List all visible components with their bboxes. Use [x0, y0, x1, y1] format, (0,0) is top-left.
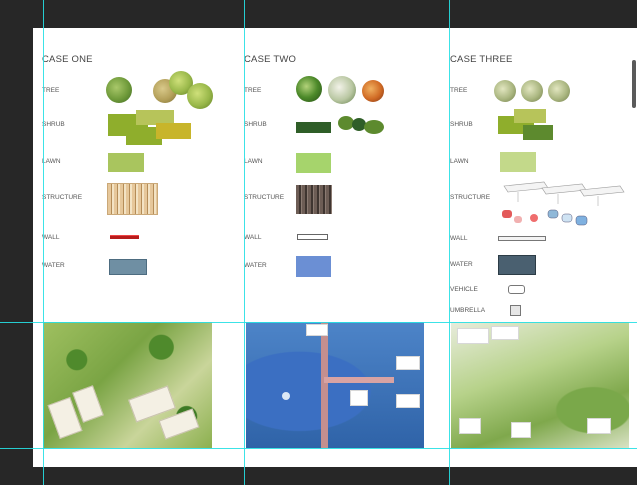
- case-three-structure-label: STRUCTURE: [450, 194, 491, 201]
- case-three-wall-label: WALL: [450, 235, 468, 242]
- case-two-bridge: [324, 377, 394, 383]
- case-three-building-4: [511, 422, 531, 438]
- case-three-water-label: WATER: [450, 261, 473, 268]
- case-one-lawn-swatch: [108, 153, 144, 172]
- case-two-tree-swatch-2: [328, 76, 356, 104]
- document-canvas[interactable]: CASE ONE TREE SHRUB LAWN STRUCTURE WALL …: [33, 28, 637, 467]
- guide-horizontal-2[interactable]: [0, 448, 637, 449]
- case-three-site-plan: [451, 322, 629, 448]
- case-two-water-label: WATER: [244, 262, 267, 269]
- case-two-tree-label: TREE: [244, 87, 262, 94]
- case-two-fountain: [282, 392, 290, 400]
- case-two-lawn-label: LAWN: [244, 158, 263, 165]
- case-two-column: CASE TWO TREE SHRUB LAWN STRUCTURE WALL …: [244, 28, 444, 328]
- case-three-water-swatch: [498, 255, 536, 275]
- case-two-building-4: [306, 324, 328, 336]
- case-one-shrub-label: SHRUB: [42, 121, 65, 128]
- case-two-tree-swatch-3: [362, 80, 384, 102]
- guide-vertical-1[interactable]: [43, 0, 44, 485]
- case-two-wall-swatch: [297, 234, 328, 240]
- case-two-tree-swatch-1: [296, 76, 322, 102]
- case-three-vehicle-label: VEHICLE: [450, 286, 478, 293]
- case-three-shrub-swatch-3: [523, 125, 553, 140]
- case-two-structure-swatch: [296, 185, 332, 214]
- case-one-tree-label: TREE: [42, 87, 60, 94]
- case-three-structure-swatch: [502, 181, 625, 226]
- case-three-umbrella-label: UMBRELLA: [450, 307, 486, 314]
- case-two-site-plan: [246, 322, 424, 448]
- case-three-building-1: [457, 328, 489, 344]
- case-three-building-3: [459, 418, 481, 434]
- case-two-water-swatch: [296, 256, 331, 277]
- case-one-site-plan: [43, 322, 212, 448]
- case-one-structure-label: STRUCTURE: [42, 194, 83, 201]
- case-two-structure-label: STRUCTURE: [244, 194, 285, 201]
- case-three-tree-swatch-2: [521, 80, 543, 102]
- case-three-wall-swatch: [498, 236, 546, 241]
- case-one-tree-swatch-1: [106, 77, 132, 103]
- case-three-column: CASE THREE TREE SHRUB LAWN STRUCTURE WAL…: [450, 28, 630, 328]
- case-two-shrub-label: SHRUB: [244, 121, 267, 128]
- case-three-title: CASE THREE: [450, 54, 513, 65]
- case-two-building-2: [396, 394, 420, 408]
- case-three-tree-swatch-3: [548, 80, 570, 102]
- case-three-vehicle-swatch: [508, 285, 525, 294]
- case-three-lawn-label: LAWN: [450, 158, 469, 165]
- case-one-column: CASE ONE TREE SHRUB LAWN STRUCTURE WALL …: [42, 28, 232, 328]
- case-one-title: CASE ONE: [42, 54, 93, 65]
- case-three-umbrella-swatch: [510, 305, 521, 316]
- case-three-tree-swatch-1: [494, 80, 516, 102]
- guide-horizontal-1[interactable]: [0, 322, 637, 323]
- case-one-water-label: WATER: [42, 262, 65, 269]
- case-two-title: CASE TWO: [244, 54, 297, 65]
- case-three-building-5: [587, 418, 611, 434]
- vertical-scrollbar[interactable]: [632, 60, 636, 108]
- case-one-wall-label: WALL: [42, 234, 60, 241]
- case-two-shrub-swatch-4: [364, 120, 384, 134]
- case-three-lawn-swatch: [500, 152, 536, 172]
- case-three-shrub-label: SHRUB: [450, 121, 473, 128]
- case-one-water-swatch: [109, 259, 147, 275]
- guide-vertical-3[interactable]: [449, 0, 450, 485]
- case-one-lawn-label: LAWN: [42, 158, 61, 165]
- case-one-building-4: [158, 408, 200, 440]
- case-two-shrub-swatch-1: [296, 122, 331, 133]
- case-two-lawn-swatch: [296, 153, 331, 173]
- case-one-wall-swatch: [110, 235, 139, 239]
- case-one-tree-swatch-4: [187, 83, 213, 109]
- guide-vertical-2[interactable]: [244, 0, 245, 485]
- case-three-tree-label: TREE: [450, 87, 468, 94]
- case-three-building-2: [491, 326, 519, 340]
- case-two-building-3: [350, 390, 368, 406]
- case-two-building-1: [396, 356, 420, 370]
- case-one-shrub-swatch-4: [156, 123, 191, 139]
- case-one-structure-swatch: [107, 183, 158, 215]
- case-two-wall-label: WALL: [244, 234, 262, 241]
- case-three-shrub-swatch-2: [514, 109, 546, 123]
